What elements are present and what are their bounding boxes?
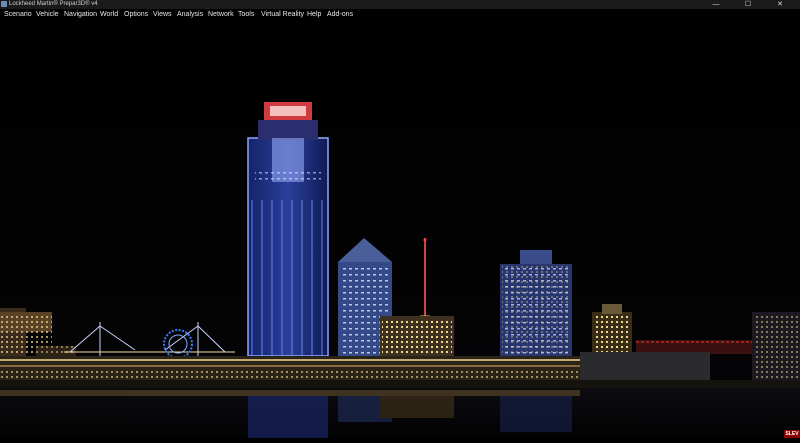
menu-world[interactable]: World	[100, 9, 118, 20]
office-block	[380, 316, 454, 360]
close-button[interactable]: ✕	[768, 0, 792, 9]
simulator-viewport[interactable]: SLEV	[0, 20, 800, 438]
menu-network[interactable]: Network	[208, 9, 234, 20]
window-title: Lockheed Martin® Prepar3D® v4	[9, 1, 98, 7]
menu-views[interactable]: Views	[153, 9, 172, 20]
menu-navigation[interactable]: Navigation	[64, 9, 97, 20]
night-city-scene	[0, 20, 800, 438]
title-bar: Lockheed Martin® Prepar3D® v4 — ☐ ✕	[0, 0, 800, 9]
menu-vehicle[interactable]: Vehicle	[36, 9, 59, 20]
status-badge: SLEV	[784, 430, 800, 438]
app-icon	[1, 1, 7, 7]
menu-virtual-reality[interactable]: Virtual Reality	[261, 9, 304, 20]
menu-tools[interactable]: Tools	[238, 9, 254, 20]
menu-analysis[interactable]: Analysis	[177, 9, 203, 20]
minimize-button[interactable]: —	[704, 0, 728, 9]
menu-add-ons[interactable]: Add-ons	[327, 9, 353, 20]
menu-help[interactable]: Help	[307, 9, 321, 20]
menu-bar: Scenario Vehicle Navigation World Option…	[0, 9, 800, 20]
menu-options[interactable]: Options	[124, 9, 148, 20]
main-observation-tower	[247, 102, 329, 357]
maximize-button[interactable]: ☐	[736, 0, 760, 9]
menu-scenario[interactable]: Scenario	[4, 9, 32, 20]
